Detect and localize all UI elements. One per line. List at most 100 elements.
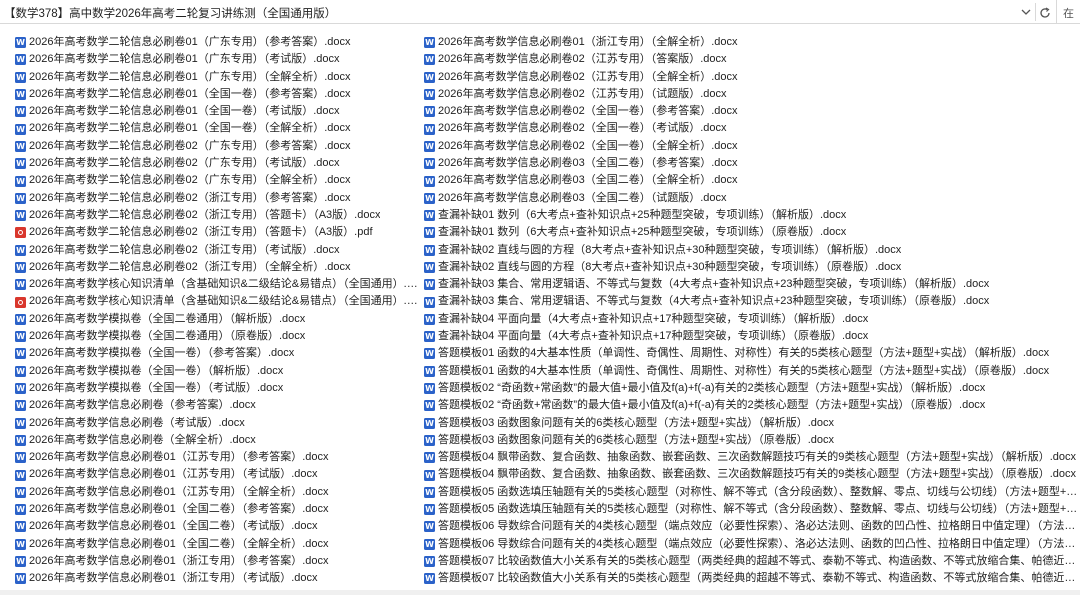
- file-name: 2026年高考数学信息必刷卷（考试版）.docx: [29, 416, 245, 429]
- file-item[interactable]: 2026年高考数学信息必刷卷（考试版）.docx: [15, 415, 420, 432]
- file-item[interactable]: 2026年高考数学二轮信息必刷卷01（全国一卷）（考试版）.docx: [15, 103, 420, 120]
- word-file-icon: [15, 417, 26, 429]
- file-item[interactable]: 2026年高考数学信息必刷卷01（全国二卷）（参考答案）.docx: [15, 501, 420, 518]
- file-item[interactable]: 答题模板07 比较函数值大小关系有关的5类核心题型（两类经典的超越不等式、泰勒不…: [424, 553, 1080, 570]
- file-item[interactable]: 答题模板04 飘带函数、复合函数、抽象函数、嵌套函数、三次函数解题技巧有关的9类…: [424, 449, 1080, 466]
- file-item[interactable]: 2026年高考数学信息必刷卷01（江苏专用）（全解全析）.docx: [15, 484, 420, 501]
- file-name: 2026年高考数学二轮信息必刷卷02（广东专用）（参考答案）.docx: [29, 139, 351, 152]
- file-name: 2026年高考数学信息必刷卷02（全国一卷）（全解全析）.docx: [438, 139, 738, 152]
- file-item[interactable]: 2026年高考数学信息必刷卷（全解全析）.docx: [15, 432, 420, 449]
- file-item[interactable]: 2026年高考数学信息必刷卷02（江苏专用）（答案版）.docx: [424, 51, 1080, 68]
- file-name: 2026年高考数学二轮信息必刷卷02（浙江专用）（答题卡）（A3版）.docx: [29, 208, 381, 221]
- file-item[interactable]: 2026年高考数学信息必刷卷01（全国二卷）（全解全析）.docx: [15, 536, 420, 553]
- file-item[interactable]: 2026年高考数学模拟卷（全国二卷通用）（原卷版）.docx: [15, 328, 420, 345]
- file-item[interactable]: 2026年高考数学信息必刷卷01（全国二卷）（考试版）.docx: [15, 518, 420, 535]
- file-item[interactable]: 答题模板02 “奇函数+常函数”的最大值+最小值及f(a)+f(-a)有关的2类…: [424, 380, 1080, 397]
- file-name: 2026年高考数学二轮信息必刷卷02（浙江专用）（参考答案）.docx: [29, 191, 351, 204]
- file-item[interactable]: 查漏补缺02 直线与圆的方程（8大考点+查补知识点+30种题型突破，专项训练）（…: [424, 242, 1080, 259]
- file-item[interactable]: 2026年高考数学二轮信息必刷卷01（广东专用）（参考答案）.docx: [15, 34, 420, 51]
- file-item[interactable]: 2026年高考数学信息必刷卷02（江苏专用）（全解全析）.docx: [424, 69, 1080, 86]
- file-item[interactable]: 2026年高考数学信息必刷卷02（全国一卷）（考试版）.docx: [424, 120, 1080, 137]
- file-item[interactable]: 查漏补缺03 集合、常用逻辑语、不等式与复数（4大考点+查补知识点+23种题型突…: [424, 276, 1080, 293]
- refresh-button[interactable]: [1036, 3, 1054, 21]
- word-file-icon: [424, 192, 435, 204]
- file-item[interactable]: 查漏补缺04 平面向量（4大考点+查补知识点+17种题型突破，专项训练）（原卷版…: [424, 328, 1080, 345]
- word-file-icon: [15, 192, 26, 204]
- file-item[interactable]: 答题模板02 “奇函数+常函数”的最大值+最小值及f(a)+f(-a)有关的2类…: [424, 397, 1080, 414]
- file-item[interactable]: 2026年高考数学信息必刷卷02（江苏专用）（试题版）.docx: [424, 86, 1080, 103]
- file-item[interactable]: 2026年高考数学二轮信息必刷卷02（广东专用）（全解全析）.docx: [15, 172, 420, 189]
- file-item[interactable]: 2026年高考数学信息必刷卷01（浙江专用）（全解全析）.docx: [424, 34, 1080, 51]
- chevron-down-icon: [1021, 9, 1031, 15]
- file-name: 答题模板07 比较函数值大小关系有关的5类核心题型（两类经典的超越不等式、泰勒不…: [438, 554, 1080, 567]
- file-item[interactable]: 2026年高考数学信息必刷卷02（全国一卷）（全解全析）.docx: [424, 138, 1080, 155]
- file-name: 2026年高考数学信息必刷卷03（全国二卷）（试题版）.docx: [438, 191, 727, 204]
- file-item[interactable]: 答题模板03 函数图象问题有关的6类核心题型（方法+题型+实战）（原卷版）.do…: [424, 432, 1080, 449]
- file-column-left: 2026年高考数学二轮信息必刷卷01（广东专用）（参考答案）.docx 2026年…: [15, 34, 420, 588]
- file-item[interactable]: 答题模板06 导数综合问题有关的4类核心题型（端点效应（必要性探索）、洛必达法则…: [424, 536, 1080, 553]
- file-name: 答题模板02 “奇函数+常函数”的最大值+最小值及f(a)+f(-a)有关的2类…: [438, 381, 986, 394]
- word-file-icon: [15, 486, 26, 498]
- word-file-icon: [424, 313, 435, 325]
- file-name: 答题模板01 函数的4大基本性质（单调性、奇偶性、周期性、对称性）有关的5类核心…: [438, 364, 1050, 377]
- file-name: 2026年高考数学信息必刷卷01（江苏专用）（参考答案）.docx: [29, 451, 329, 464]
- file-item[interactable]: 2026年高考数学二轮信息必刷卷02（浙江专用）（答题卡）（A3版）.docx: [15, 207, 420, 224]
- file-item[interactable]: 2026年高考数学模拟卷（全国一卷）（考试版）.docx: [15, 380, 420, 397]
- file-item[interactable]: 2026年高考数学信息必刷卷03（全国二卷）（试题版）.docx: [424, 190, 1080, 207]
- file-item[interactable]: 2026年高考数学二轮信息必刷卷02（广东专用）（考试版）.docx: [15, 155, 420, 172]
- search-input[interactable]: 在: [1056, 0, 1080, 24]
- file-item[interactable]: 答题模板03 函数图象问题有关的6类核心题型（方法+题型+实战）（解析版）.do…: [424, 415, 1080, 432]
- file-item[interactable]: 2026年高考数学信息必刷卷03（全国二卷）（全解全析）.docx: [424, 172, 1080, 189]
- file-item[interactable]: 答题模板07 比较函数值大小关系有关的5类核心题型（两类经典的超越不等式、泰勒不…: [424, 570, 1080, 587]
- file-item[interactable]: 2026年高考数学核心知识清单（含基础知识&二级结论&易错点）（全国通用）.do…: [15, 276, 420, 293]
- word-file-icon: [424, 279, 435, 291]
- file-name: 2026年高考数学模拟卷（全国一卷）（解析版）.docx: [29, 364, 284, 377]
- file-item[interactable]: 查漏补缺02 直线与圆的方程（8大考点+查补知识点+30种题型突破，专项训练）（…: [424, 259, 1080, 276]
- word-file-icon: [15, 106, 26, 118]
- file-item[interactable]: 2026年高考数学二轮信息必刷卷01（全国一卷）（参考答案）.docx: [15, 86, 420, 103]
- word-file-icon: [15, 123, 26, 135]
- file-item[interactable]: 2026年高考数学信息必刷卷01（江苏专用）（参考答案）.docx: [15, 449, 420, 466]
- file-name: 答题模板07 比较函数值大小关系有关的5类核心题型（两类经典的超越不等式、泰勒不…: [438, 572, 1080, 585]
- file-item[interactable]: 答题模板05 函数选填压轴题有关的5类核心题型（对称性、解不等式（含分段函数）、…: [424, 501, 1080, 518]
- file-item[interactable]: 2026年高考数学模拟卷（全国一卷）（解析版）.docx: [15, 363, 420, 380]
- file-item[interactable]: 答题模板01 函数的4大基本性质（单调性、奇偶性、周期性、对称性）有关的5类核心…: [424, 363, 1080, 380]
- word-file-icon: [424, 383, 435, 395]
- file-item[interactable]: 2026年高考数学二轮信息必刷卷01（广东专用）（全解全析）.docx: [15, 69, 420, 86]
- file-name: 答题模板05 函数选填压轴题有关的5类核心题型（对称性、解不等式（含分段函数）、…: [438, 485, 1080, 498]
- file-item[interactable]: 2026年高考数学信息必刷卷02（全国一卷）（参考答案）.docx: [424, 103, 1080, 120]
- file-item[interactable]: 答题模板05 函数选填压轴题有关的5类核心题型（对称性、解不等式（含分段函数）、…: [424, 484, 1080, 501]
- file-item[interactable]: 2026年高考数学信息必刷卷01（浙江专用）（参考答案）.docx: [15, 553, 420, 570]
- file-item[interactable]: 2026年高考数学二轮信息必刷卷02（广东专用）（参考答案）.docx: [15, 138, 420, 155]
- file-item[interactable]: 查漏补缺01 数列（6大考点+查补知识点+25种题型突破，专项训练）（原卷版）.…: [424, 224, 1080, 241]
- file-item[interactable]: 答题模板06 导数综合问题有关的4类核心题型（端点效应（必要性探索）、洛必达法则…: [424, 518, 1080, 535]
- file-item[interactable]: 2026年高考数学二轮信息必刷卷02（浙江专用）（答题卡）（A3版）.pdf: [15, 224, 420, 241]
- address-path[interactable]: 【数学378】高中数学2026年高考二轮复习讲练测（全国通用版）: [4, 5, 336, 21]
- file-item[interactable]: 答题模板04 飘带函数、复合函数、抽象函数、嵌套函数、三次函数解题技巧有关的9类…: [424, 466, 1080, 483]
- file-item[interactable]: 2026年高考数学二轮信息必刷卷01（全国一卷）（全解全析）.docx: [15, 120, 420, 137]
- file-item[interactable]: 查漏补缺03 集合、常用逻辑语、不等式与复数（4大考点+查补知识点+23种题型突…: [424, 293, 1080, 310]
- word-file-icon: [424, 331, 435, 343]
- file-item[interactable]: 2026年高考数学二轮信息必刷卷01（广东专用）（考试版）.docx: [15, 51, 420, 68]
- file-name: 查漏补缺03 集合、常用逻辑语、不等式与复数（4大考点+查补知识点+23种题型突…: [438, 278, 990, 291]
- file-item[interactable]: 2026年高考数学信息必刷卷（参考答案）.docx: [15, 397, 420, 414]
- horizontal-scrollbar[interactable]: [0, 590, 1080, 595]
- address-dropdown-button[interactable]: [1018, 3, 1034, 21]
- file-item[interactable]: 查漏补缺01 数列（6大考点+查补知识点+25种题型突破，专项训练）（解析版）.…: [424, 207, 1080, 224]
- file-item[interactable]: 2026年高考数学二轮信息必刷卷02（浙江专用）（考试版）.docx: [15, 242, 420, 259]
- file-item[interactable]: 2026年高考数学二轮信息必刷卷02（浙江专用）（全解全析）.docx: [15, 259, 420, 276]
- file-item[interactable]: 2026年高考数学模拟卷（全国一卷）（参考答案）.docx: [15, 345, 420, 362]
- file-item[interactable]: 2026年高考数学信息必刷卷03（全国二卷）（参考答案）.docx: [424, 155, 1080, 172]
- file-name: 2026年高考数学信息必刷卷01（全国二卷）（参考答案）.docx: [29, 503, 329, 516]
- file-item[interactable]: 2026年高考数学模拟卷（全国二卷通用）（解析版）.docx: [15, 311, 420, 328]
- file-item[interactable]: 答题模板01 函数的4大基本性质（单调性、奇偶性、周期性、对称性）有关的5类核心…: [424, 345, 1080, 362]
- word-file-icon: [15, 383, 26, 395]
- file-item[interactable]: 2026年高考数学信息必刷卷01（浙江专用）（考试版）.docx: [15, 570, 420, 587]
- file-name: 2026年高考数学信息必刷卷01（浙江专用）（全解全析）.docx: [438, 36, 738, 48]
- file-name: 2026年高考数学信息必刷卷03（全国二卷）（参考答案）.docx: [438, 157, 738, 170]
- file-item[interactable]: 2026年高考数学二轮信息必刷卷02（浙江专用）（参考答案）.docx: [15, 190, 420, 207]
- word-file-icon: [15, 71, 26, 83]
- file-item[interactable]: 2026年高考数学核心知识清单（含基础知识&二级结论&易错点）（全国通用）.pd…: [15, 293, 420, 310]
- file-item[interactable]: 2026年高考数学信息必刷卷01（江苏专用）（考试版）.docx: [15, 466, 420, 483]
- file-item[interactable]: 查漏补缺04 平面向量（4大考点+查补知识点+17种题型突破，专项训练）（解析版…: [424, 311, 1080, 328]
